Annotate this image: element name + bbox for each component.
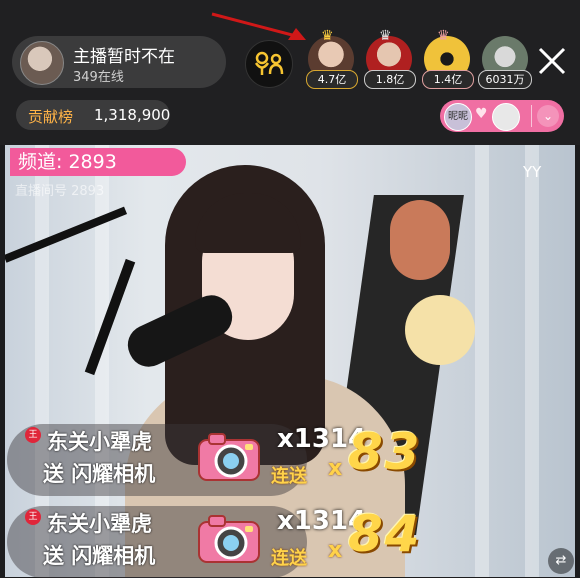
shuffle-icon[interactable]: ⇄ <box>548 548 574 574</box>
contribution-value: 1,318,900 <box>94 106 171 124</box>
follow-button[interactable] <box>245 40 293 88</box>
online-count: 349在线 <box>73 70 124 85</box>
level-icon: 王 <box>25 427 41 443</box>
crown-icon: ♛ <box>321 28 334 44</box>
doll <box>390 200 450 280</box>
host-name: 主播暂时不在 <box>73 47 175 67</box>
combo-label: 连送 <box>271 466 307 487</box>
combo-count: 83 <box>348 423 422 481</box>
pk-connection[interactable]: 昵昵 ♥ ⌄ <box>440 100 564 132</box>
gift-banner: 王 东关小犟虎 送 闪耀相机 x1314 连送 x 83 <box>5 418 575 496</box>
crown-icon: ♛ <box>379 28 392 44</box>
plush-toy <box>405 295 475 365</box>
divider <box>531 105 532 127</box>
fan-avatar-1[interactable]: ♛ 4.7亿 <box>306 28 358 89</box>
fan-avatar-3[interactable]: ♛ 1.4亿 <box>422 28 474 89</box>
pk-avatar-1[interactable]: 昵昵 <box>444 103 472 131</box>
fan-avatar-4[interactable]: 6031万 <box>478 36 532 89</box>
contribution-ranking[interactable]: 贡献榜 1,318,900 <box>16 100 170 130</box>
contribution-label: 贡献榜 <box>28 108 74 126</box>
combo-x: x <box>328 538 343 563</box>
mic-follow-icon <box>254 51 284 75</box>
top-bar: 主播暂时不在 349在线 ♛ 4.7亿 ♛ 1.8亿 ♛ 1.4亿 6031万 <box>0 0 580 145</box>
mic-arm <box>84 258 136 376</box>
combo-count: 84 <box>348 505 422 563</box>
host-avatar[interactable] <box>20 41 64 85</box>
fan-value: 1.8亿 <box>364 70 416 89</box>
annotation-arrow-icon <box>211 12 306 40</box>
gift-action: 送 闪耀相机 <box>43 544 156 568</box>
close-icon[interactable] <box>534 43 570 79</box>
fan-value: 4.7亿 <box>306 70 358 89</box>
heart-icon: ♥ <box>475 106 488 122</box>
gift-sender[interactable]: 东关小犟虎 <box>47 426 152 456</box>
fan-avatar-2[interactable]: ♛ 1.8亿 <box>364 28 416 89</box>
crown-icon: ♛ <box>437 28 450 44</box>
combo-label: 连送 <box>271 548 307 569</box>
gift-banner: 王 东关小犟虎 送 闪耀相机 x1314 连送 x 84 <box>5 500 575 578</box>
gift-action: 送 闪耀相机 <box>43 462 156 486</box>
camera-gift-icon <box>198 515 260 563</box>
fan-value: 6031万 <box>478 70 532 89</box>
pk-avatar-2[interactable] <box>492 103 520 131</box>
yy-watermark: YY <box>523 163 542 181</box>
level-icon: 王 <box>25 509 41 525</box>
host-info[interactable]: 主播暂时不在 349在线 <box>12 36 226 88</box>
channel-tag: 频道: 2893 <box>10 148 186 176</box>
room-id: 直播间号 2893 <box>15 184 105 199</box>
camera-gift-icon <box>198 433 260 481</box>
gift-sender[interactable]: 东关小犟虎 <box>47 508 152 538</box>
fan-value: 1.4亿 <box>422 70 474 89</box>
chevron-down-icon[interactable]: ⌄ <box>537 105 559 127</box>
combo-x: x <box>328 456 343 481</box>
